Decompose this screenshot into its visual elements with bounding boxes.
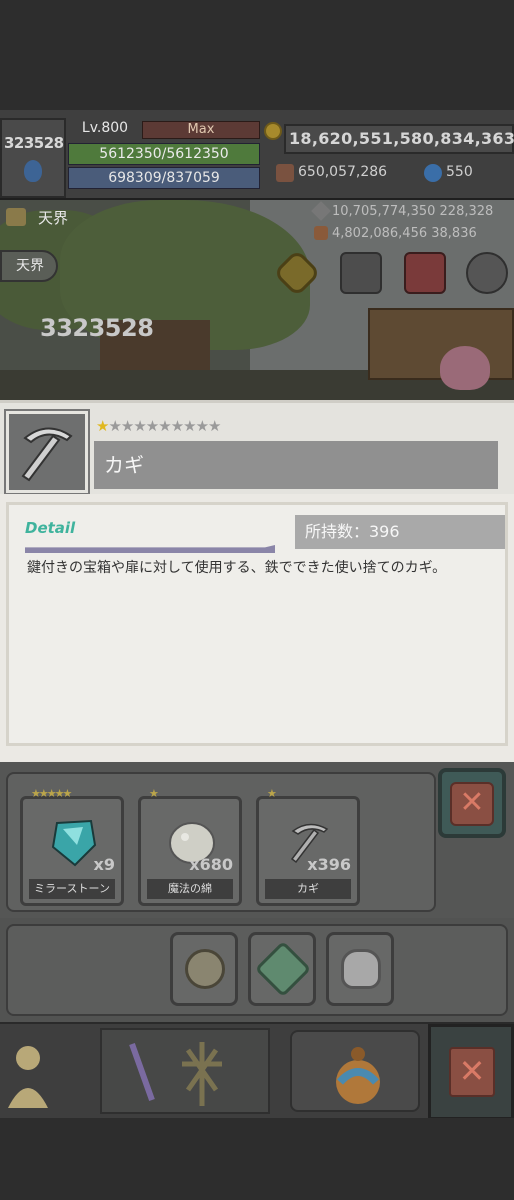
tool-bar bbox=[0, 918, 514, 1022]
item-name: ミラーストーン bbox=[29, 879, 115, 899]
character-tab[interactable] bbox=[0, 1028, 70, 1114]
item-stars: ★ bbox=[267, 787, 277, 800]
inventory-item-magic-cotton[interactable]: ★ x680 魔法の綿 bbox=[138, 787, 242, 906]
item-name: カギ bbox=[94, 441, 498, 489]
equipment-tab[interactable] bbox=[100, 1028, 270, 1114]
item-quantity: x9 bbox=[93, 855, 115, 874]
close-icon: ✕ bbox=[450, 782, 494, 826]
item-quantity: x396 bbox=[307, 855, 351, 874]
hp-bar: 5612350/5612350 bbox=[68, 143, 260, 165]
horn-icon bbox=[276, 164, 294, 182]
gold-coin-icon bbox=[264, 122, 282, 140]
pink-monster bbox=[440, 346, 490, 390]
inventory-section: ★★★★★ x9 ミラーストーン ★ x680 魔法の綿 ★ x396 カギ ✕ bbox=[0, 762, 514, 918]
mask-button[interactable] bbox=[340, 252, 382, 294]
item-quantity: x680 bbox=[189, 855, 233, 874]
gear-button[interactable] bbox=[466, 252, 508, 294]
potion-button[interactable] bbox=[326, 932, 394, 1006]
inventory-item-key[interactable]: ★ x396 カギ bbox=[256, 787, 360, 906]
character-icon bbox=[8, 1046, 48, 1108]
material1-amount: 10,705,774,350 228,328 bbox=[332, 204, 494, 219]
detail-underline bbox=[25, 545, 275, 553]
area-back-button[interactable]: 天界 bbox=[0, 250, 58, 282]
item-stars: ★ bbox=[149, 787, 159, 800]
bag-icon bbox=[336, 1047, 380, 1104]
level-label: Lv.800 bbox=[81, 120, 129, 136]
detail-card: Detail 所持数：396 鍵付きの宝箱や扉に対して使用する、鉄でできた使い捨… bbox=[6, 502, 508, 746]
exp-bar: Max bbox=[142, 121, 260, 139]
power-value: 323528 bbox=[4, 134, 64, 152]
close-menu-button[interactable]: ✕ bbox=[428, 1024, 514, 1120]
resource1-amount: 650,057,286 bbox=[298, 164, 388, 180]
detail-tag: Detail bbox=[25, 519, 275, 557]
gem-button[interactable] bbox=[248, 932, 316, 1006]
sword-icon bbox=[129, 1042, 222, 1106]
player-power: 3323528 bbox=[40, 314, 154, 342]
game-scene: 天界 天界 10,705,774,350 228,328 4,802,086,4… bbox=[0, 200, 514, 400]
item-stars: ★★★★★ bbox=[31, 787, 72, 800]
detail-label: Detail bbox=[25, 519, 76, 537]
mp-bar: 698309/837059 bbox=[68, 167, 260, 189]
power-badge: 323528 bbox=[0, 118, 66, 198]
toolbar-panel bbox=[6, 924, 508, 1016]
item-icon-frame bbox=[4, 409, 90, 495]
system-bar-area bbox=[0, 1118, 514, 1200]
wood-icon bbox=[314, 226, 328, 240]
bottom-navigation: ✕ bbox=[0, 1022, 514, 1120]
compass-button[interactable] bbox=[170, 932, 238, 1006]
compass-icon bbox=[185, 949, 225, 989]
area-name: 天界 bbox=[38, 209, 69, 227]
inventory-item-mirror-stone[interactable]: ★★★★★ x9 ミラーストーン bbox=[20, 787, 124, 906]
item-name: 魔法の綿 bbox=[147, 879, 233, 899]
owned-count: 所持数：396 bbox=[295, 515, 505, 549]
item-name: カギ bbox=[265, 879, 351, 899]
close-inventory-button[interactable]: ✕ bbox=[438, 768, 506, 838]
item-description: 鍵付きの宝箱や扉に対して使用する、鉄でできた使い捨てのカギ。 bbox=[27, 560, 447, 576]
resource2-amount: 550 bbox=[446, 164, 473, 180]
shop-button[interactable] bbox=[404, 252, 446, 294]
item-detail-panel: Detail 所持数：396 鍵付きの宝箱や扉に対して使用する、鉄でできた使い捨… bbox=[0, 494, 514, 762]
material2-amount: 4,802,086,456 38,836 bbox=[332, 226, 477, 241]
status-bar-area bbox=[0, 0, 514, 110]
hud-panel: 323528 Lv.800 Max 5612350/5612350 698309… bbox=[0, 110, 514, 200]
orb-icon bbox=[424, 164, 442, 182]
inventory-panel: ★★★★★ x9 ミラーストーン ★ x680 魔法の綿 ★ x396 カギ bbox=[6, 772, 436, 912]
flame-icon bbox=[24, 160, 42, 182]
gold-amount: 18,620,551,580,834,363 bbox=[284, 124, 514, 154]
gem-icon bbox=[254, 940, 312, 998]
item-header: ★★★★★★★★★★ カギ bbox=[0, 400, 514, 495]
rarity-stars: ★★★★★★★★★★ bbox=[96, 417, 221, 435]
close-icon: ✕ bbox=[449, 1047, 495, 1097]
potion-icon bbox=[341, 949, 381, 989]
pickaxe-key-icon bbox=[21, 427, 73, 482]
bag-tab[interactable] bbox=[290, 1030, 420, 1112]
